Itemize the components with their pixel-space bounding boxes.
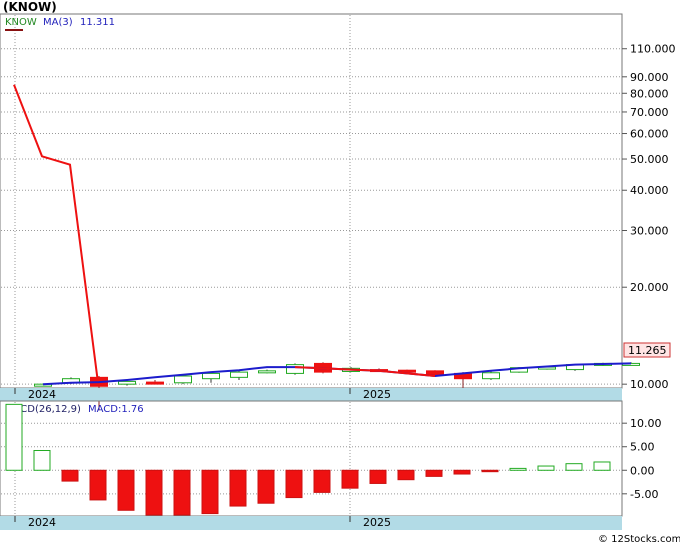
macd-bar xyxy=(565,463,583,471)
macd-bar xyxy=(117,469,135,511)
stock-chart: (KNOW) KNOW MA(3) 11.311 10.000 20.000 30.… xyxy=(0,0,680,546)
macd-tick-label: -5.00 xyxy=(630,488,658,501)
price-tag-value: 11.265 xyxy=(628,344,667,357)
macd-bar xyxy=(257,469,275,504)
macd-x-label: 2024 xyxy=(28,516,56,529)
price-tick-label: 20.000 xyxy=(630,281,669,294)
candle-body xyxy=(426,370,444,376)
macd-bar xyxy=(173,469,191,516)
legend-ma-value: 11.311 xyxy=(80,17,115,28)
price-x-axis-band xyxy=(0,388,622,401)
candle-body xyxy=(258,370,276,374)
macd-bar xyxy=(229,469,247,507)
price-x-label: 2024 xyxy=(28,388,56,401)
macd-tick-label: 0.00 xyxy=(630,464,655,477)
macd-bar xyxy=(33,449,51,471)
macd-bar xyxy=(145,469,163,516)
macd-bar xyxy=(5,403,23,471)
price-tick-label: 10.000 xyxy=(630,378,669,391)
macd-bar xyxy=(201,469,219,515)
macd-bar xyxy=(61,469,79,482)
macd-bar xyxy=(89,469,107,501)
candle-body xyxy=(286,364,304,374)
candle-body xyxy=(230,371,248,378)
macd-tick-label: 5.00 xyxy=(630,441,655,454)
candle-body xyxy=(202,372,220,380)
price-tick-label: 40.000 xyxy=(630,184,669,197)
price-tick-label: 50.000 xyxy=(630,153,669,166)
macd-value: MACD:1.76 xyxy=(88,404,144,415)
macd-bar xyxy=(313,469,331,493)
price-tick-label: 90.000 xyxy=(630,71,669,84)
legend-ma-label: MA(3) xyxy=(43,17,73,28)
price-tick-label: 30.000 xyxy=(630,224,669,237)
macd-x-axis-band xyxy=(0,516,622,530)
footer-credit: © 12Stocks.com xyxy=(598,534,680,545)
candle-body xyxy=(118,380,136,385)
price-tick-label: 70.000 xyxy=(630,106,669,119)
macd-bar xyxy=(285,469,303,499)
macd-bar xyxy=(481,469,499,473)
macd-x-label: 2025 xyxy=(363,516,391,529)
price-x-label: 2025 xyxy=(363,388,391,401)
macd-bar xyxy=(537,465,555,471)
candle-body xyxy=(146,381,164,385)
macd-bar xyxy=(369,469,387,484)
price-tick-label: 80.000 xyxy=(630,87,669,100)
price-tick-label: 110.000 xyxy=(630,43,676,56)
macd-tick-label: 10.00 xyxy=(630,417,662,430)
candle-body xyxy=(174,375,192,384)
legend-ticker: KNOW xyxy=(5,17,37,28)
macd-bar xyxy=(453,469,471,475)
chart-title: (KNOW) xyxy=(3,0,57,14)
macd-bar xyxy=(397,469,415,481)
macd-bar xyxy=(341,469,359,489)
price-tag: 11.265 xyxy=(623,342,671,358)
candle-body xyxy=(482,372,500,380)
macd-bar xyxy=(593,461,611,471)
macd-bar xyxy=(509,467,527,471)
price-tick-label: 60.000 xyxy=(630,128,669,141)
macd-bar xyxy=(425,469,443,477)
